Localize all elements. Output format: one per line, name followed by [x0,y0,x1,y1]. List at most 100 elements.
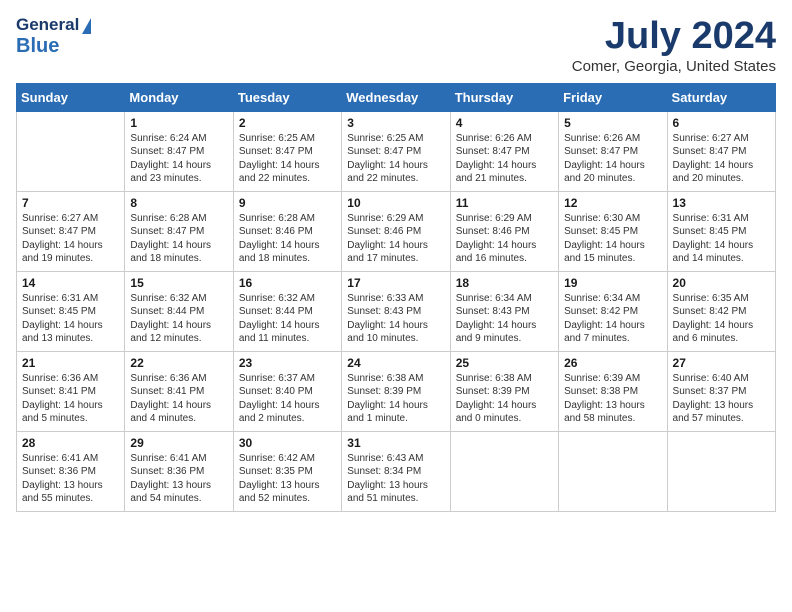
day-detail: Sunrise: 6:26 AM Sunset: 8:47 PM Dayligh… [564,132,661,186]
table-row: 8Sunrise: 6:28 AM Sunset: 8:47 PM Daylig… [125,191,233,271]
day-number: 2 [239,116,336,130]
day-detail: Sunrise: 6:34 AM Sunset: 8:43 PM Dayligh… [456,292,553,346]
table-row: 26 Sunrise: 6:39 AM Sunset: 8:38 PM Dayli… [559,351,667,431]
table-row: 22 Sunrise: 6:36 AM Sunset: 8:41 PM Dayli… [125,351,233,431]
day-detail: Sunrise: 6:25 AM Sunset: 8:47 PM Dayligh… [239,132,336,186]
calendar-header-row: Sunday Monday Tuesday Wednesday Thursday… [17,83,776,111]
day-detail: Sunrise: 6:24 AM Sunset: 8:47 PM Dayligh… [130,132,227,186]
day-number: 20 [673,276,770,290]
col-tuesday: Tuesday [233,83,341,111]
col-saturday: Saturday [667,83,775,111]
day-detail: Sunrise: 6:34 AM Sunset: 8:42 PM Dayligh… [564,292,661,346]
day-detail: Sunrise: 6:41 AM Sunset: 8:36 PM Dayligh… [22,452,119,506]
day-number: 6 [673,116,770,130]
day-detail: Sunrise: 6:32 AM Sunset: 8:44 PM Dayligh… [239,292,336,346]
table-row: 25 Sunrise: 6:38 AM Sunset: 8:39 PM Dayli… [450,351,558,431]
main-title: July 2024 [572,16,776,58]
day-detail: Sunrise: 6:36 AM Sunset: 8:41 PM Dayligh… [22,372,119,426]
day-number: 28 [22,436,119,450]
day-detail: Sunrise: 6:41 AM Sunset: 8:36 PM Dayligh… [130,452,227,506]
day-detail: Sunrise: 6:40 AM Sunset: 8:37 PM Dayligh… [673,372,770,426]
day-number: 15 [130,276,227,290]
day-number: 9 [239,196,336,210]
day-number: 11 [456,196,553,210]
calendar-week-row: 14 Sunrise: 6:31 AM Sunset: 8:45 PM Dayli… [17,271,776,351]
table-row: 18 Sunrise: 6:34 AM Sunset: 8:43 PM Dayli… [450,271,558,351]
day-number: 13 [673,196,770,210]
day-detail: Sunrise: 6:32 AM Sunset: 8:44 PM Dayligh… [130,292,227,346]
table-row: 12 Sunrise: 6:30 AM Sunset: 8:45 PM Dayli… [559,191,667,271]
day-detail: Sunrise: 6:26 AM Sunset: 8:47 PM Dayligh… [456,132,553,186]
col-thursday: Thursday [450,83,558,111]
day-detail: Sunrise: 6:30 AM Sunset: 8:45 PM Dayligh… [564,212,661,266]
day-number: 12 [564,196,661,210]
table-row: 17 Sunrise: 6:33 AM Sunset: 8:43 PM Dayli… [342,271,450,351]
day-detail: Sunrise: 6:31 AM Sunset: 8:45 PM Dayligh… [22,292,119,346]
table-row: 31 Sunrise: 6:43 AM Sunset: 8:34 PM Dayli… [342,431,450,511]
day-number: 27 [673,356,770,370]
table-row [450,431,558,511]
day-detail: Sunrise: 6:31 AM Sunset: 8:45 PM Dayligh… [673,212,770,266]
table-row: 16 Sunrise: 6:32 AM Sunset: 8:44 PM Dayli… [233,271,341,351]
day-number: 16 [239,276,336,290]
day-number: 3 [347,116,444,130]
table-row [559,431,667,511]
table-row: 10Sunrise: 6:29 AM Sunset: 8:46 PM Dayli… [342,191,450,271]
day-detail: Sunrise: 6:39 AM Sunset: 8:38 PM Dayligh… [564,372,661,426]
day-detail: Sunrise: 6:37 AM Sunset: 8:40 PM Dayligh… [239,372,336,426]
logo-general-text: General [16,16,91,35]
table-row: 2 Sunrise: 6:25 AM Sunset: 8:47 PM Daylig… [233,111,341,191]
day-number: 26 [564,356,661,370]
day-detail: Sunrise: 6:27 AM Sunset: 8:47 PM Dayligh… [673,132,770,186]
col-wednesday: Wednesday [342,83,450,111]
table-row: 15 Sunrise: 6:32 AM Sunset: 8:44 PM Dayli… [125,271,233,351]
table-row: 21 Sunrise: 6:36 AM Sunset: 8:41 PM Dayli… [17,351,125,431]
day-number: 19 [564,276,661,290]
table-row: 24Sunrise: 6:38 AM Sunset: 8:39 PM Dayli… [342,351,450,431]
day-number: 31 [347,436,444,450]
day-number: 14 [22,276,119,290]
day-number: 22 [130,356,227,370]
table-row: 9 Sunrise: 6:28 AM Sunset: 8:46 PM Daylig… [233,191,341,271]
table-row: 28 Sunrise: 6:41 AM Sunset: 8:36 PM Dayli… [17,431,125,511]
day-number: 1 [130,116,227,130]
day-number: 8 [130,196,227,210]
col-friday: Friday [559,83,667,111]
day-number: 21 [22,356,119,370]
day-number: 23 [239,356,336,370]
day-detail: Sunrise: 6:29 AM Sunset: 8:46 PM Dayligh… [456,212,553,266]
table-row: 27 Sunrise: 6:40 AM Sunset: 8:37 PM Dayli… [667,351,775,431]
subtitle: Comer, Georgia, United States [572,58,776,75]
logo-blue-text: Blue [16,35,91,57]
calendar-week-row: 21 Sunrise: 6:36 AM Sunset: 8:41 PM Dayli… [17,351,776,431]
calendar-week-row: 7Sunrise: 6:27 AM Sunset: 8:47 PM Daylig… [17,191,776,271]
table-row: 20Sunrise: 6:35 AM Sunset: 8:42 PM Dayli… [667,271,775,351]
day-detail: Sunrise: 6:42 AM Sunset: 8:35 PM Dayligh… [239,452,336,506]
day-detail: Sunrise: 6:38 AM Sunset: 8:39 PM Dayligh… [456,372,553,426]
day-detail: Sunrise: 6:28 AM Sunset: 8:46 PM Dayligh… [239,212,336,266]
day-number: 25 [456,356,553,370]
table-row: 6 Sunrise: 6:27 AM Sunset: 8:47 PM Daylig… [667,111,775,191]
table-row [667,431,775,511]
col-sunday: Sunday [17,83,125,111]
table-row: 30Sunrise: 6:42 AM Sunset: 8:35 PM Dayli… [233,431,341,511]
table-row: 3Sunrise: 6:25 AM Sunset: 8:47 PM Daylig… [342,111,450,191]
table-row: 4Sunrise: 6:26 AM Sunset: 8:47 PM Daylig… [450,111,558,191]
day-number: 24 [347,356,444,370]
table-row [17,111,125,191]
day-detail: Sunrise: 6:43 AM Sunset: 8:34 PM Dayligh… [347,452,444,506]
day-number: 29 [130,436,227,450]
day-number: 5 [564,116,661,130]
table-row: 11 Sunrise: 6:29 AM Sunset: 8:46 PM Dayli… [450,191,558,271]
day-number: 18 [456,276,553,290]
day-detail: Sunrise: 6:36 AM Sunset: 8:41 PM Dayligh… [130,372,227,426]
calendar-table: Sunday Monday Tuesday Wednesday Thursday… [16,83,776,512]
table-row: 14 Sunrise: 6:31 AM Sunset: 8:45 PM Dayli… [17,271,125,351]
day-detail: Sunrise: 6:33 AM Sunset: 8:43 PM Dayligh… [347,292,444,346]
table-row: 19 Sunrise: 6:34 AM Sunset: 8:42 PM Dayli… [559,271,667,351]
table-row: 5 Sunrise: 6:26 AM Sunset: 8:47 PM Daylig… [559,111,667,191]
day-number: 17 [347,276,444,290]
page-header: General Blue July 2024 Comer, Georgia, U… [16,16,776,75]
day-number: 7 [22,196,119,210]
calendar-week-row: 28 Sunrise: 6:41 AM Sunset: 8:36 PM Dayli… [17,431,776,511]
